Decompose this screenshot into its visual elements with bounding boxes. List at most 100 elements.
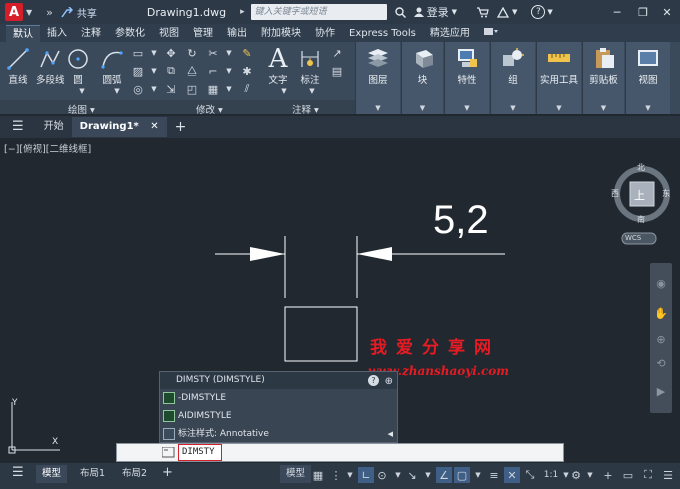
line-button[interactable]: 直线: [6, 46, 30, 86]
auto-scale-icon[interactable]: ⤡: [522, 467, 538, 483]
tab-view[interactable]: 视图: [152, 25, 186, 42]
fillet-dropdown-icon[interactable]: ▼: [222, 64, 236, 78]
status-menu-icon[interactable]: ☰: [6, 464, 30, 482]
search-icon[interactable]: [394, 6, 406, 18]
suggestion-item[interactable]: AIDIMSTYLE: [160, 407, 397, 425]
text-button[interactable]: A 文字: [266, 44, 290, 86]
command-input[interactable]: DIMSTY: [178, 444, 222, 461]
hamburger-menu-icon[interactable]: ☰: [0, 117, 36, 137]
group-panel-button[interactable]: 组 ▼: [490, 42, 535, 114]
isodraft-dropdown-icon[interactable]: ▼: [420, 467, 436, 483]
pencil-icon[interactable]: ✎: [240, 46, 254, 60]
utilities-panel-button[interactable]: 实用工具 ▼: [536, 42, 581, 114]
showmotion-icon[interactable]: ▶: [654, 384, 668, 398]
modify-group-label[interactable]: 修改 ▾: [196, 102, 223, 116]
file-tab-close-icon[interactable]: ✕: [150, 121, 158, 132]
login-button[interactable]: 登录 ▼: [413, 4, 457, 20]
tab-insert[interactable]: 插入: [40, 25, 74, 42]
dimension-text[interactable]: 5,2: [433, 198, 489, 243]
add-layout-icon[interactable]: +: [156, 464, 179, 482]
viewcube-top-face[interactable]: 上: [634, 187, 645, 203]
help-icon[interactable]: ?: [368, 375, 379, 386]
tab-express-tools[interactable]: Express Tools: [342, 25, 423, 42]
app-menu-caret-icon[interactable]: ▼: [26, 8, 32, 17]
explode-icon[interactable]: ✱: [240, 64, 254, 78]
trim-icon[interactable]: ✂: [206, 46, 220, 60]
leader-icon[interactable]: ↗: [330, 46, 344, 60]
close-icon[interactable]: ✕: [654, 0, 680, 24]
rectangle-icon[interactable]: ▭: [131, 46, 145, 60]
arc-button[interactable]: 圆弧: [100, 46, 124, 86]
restore-icon[interactable]: ❐: [630, 0, 656, 24]
array-icon[interactable]: ▦: [206, 82, 220, 96]
polar-icon[interactable]: ⊙: [374, 467, 390, 483]
snap-dropdown-icon[interactable]: ▼: [342, 467, 358, 483]
zoom-icon[interactable]: ⊕: [654, 332, 668, 346]
tab-addins[interactable]: 附加模块: [254, 25, 308, 42]
file-tab-start[interactable]: 开始: [36, 117, 72, 137]
suggestion-item[interactable]: -DIMSTYLE: [160, 389, 397, 407]
trim-dropdown-icon[interactable]: ▼: [222, 46, 236, 60]
hardware-acceleration-icon[interactable]: ▭: [620, 467, 636, 483]
array-dropdown-icon[interactable]: ▼: [222, 82, 236, 96]
clipboard-panel-button[interactable]: 剪贴板 ▼: [582, 42, 624, 114]
object-snap-icon[interactable]: ▢: [454, 467, 470, 483]
autocad-logo-icon[interactable]: A: [5, 3, 23, 21]
move-icon[interactable]: ✥: [164, 46, 178, 60]
search-input[interactable]: 键入关键字或短语: [250, 4, 387, 20]
annotation-visibility-icon[interactable]: ✕: [504, 467, 520, 483]
drawn-rectangle[interactable]: [284, 306, 358, 362]
stretch-icon[interactable]: ⇲: [164, 82, 178, 96]
orbit-icon[interactable]: ⟲: [654, 356, 668, 370]
isodraft-icon[interactable]: ↘: [404, 467, 420, 483]
tab-manage[interactable]: 管理: [186, 25, 220, 42]
search-globe-icon[interactable]: ⊕: [385, 373, 393, 390]
pan-icon[interactable]: ✋: [654, 306, 668, 320]
boundary-dropdown-icon[interactable]: ▼: [147, 82, 161, 96]
viewcube-south[interactable]: 南: [637, 214, 645, 225]
draw-group-label[interactable]: 绘图 ▾: [68, 102, 95, 116]
help-caret-icon[interactable]: ▼: [547, 8, 552, 16]
workspace-dropdown-icon[interactable]: ▼: [582, 467, 598, 483]
mirror-icon[interactable]: ⧋: [185, 64, 199, 78]
model-space-button[interactable]: 模型: [280, 465, 312, 483]
circle-dropdown-icon[interactable]: ▼: [75, 84, 89, 98]
hatch-icon[interactable]: ▨: [131, 64, 145, 78]
object-snap-tracking-icon[interactable]: ∠: [436, 467, 452, 483]
tab-featured-apps[interactable]: 精选应用: [423, 25, 477, 42]
layout-tab-layout1[interactable]: 布局1: [74, 465, 111, 483]
customization-icon[interactable]: ☰: [660, 467, 676, 483]
copy-icon[interactable]: ⧉: [164, 64, 178, 78]
viewcube-north[interactable]: 北: [637, 162, 645, 173]
title-expand-icon[interactable]: ▸: [240, 7, 245, 17]
tab-collaborate[interactable]: 协作: [308, 25, 342, 42]
block-panel-button[interactable]: 块 ▼: [401, 42, 443, 114]
object-snap-dropdown-icon[interactable]: ▼: [470, 467, 486, 483]
arc-dropdown-icon[interactable]: ▼: [110, 84, 124, 98]
tab-default[interactable]: 默认: [6, 25, 40, 42]
dimension-button[interactable]: 标注: [298, 46, 322, 86]
properties-panel-button[interactable]: 特性 ▼: [444, 42, 489, 114]
layout-tab-model[interactable]: 模型: [36, 465, 68, 483]
tab-output[interactable]: 输出: [220, 25, 254, 42]
annotation-monitor-icon[interactable]: +: [600, 467, 616, 483]
layout-tab-layout2[interactable]: 布局2: [116, 465, 153, 483]
view-panel-button[interactable]: 视图 ▼: [625, 42, 670, 114]
help-icon[interactable]: ?: [531, 5, 546, 19]
suggestion-item[interactable]: 标注样式: Annotative ◀: [160, 425, 397, 443]
polyline-button[interactable]: 多段线: [36, 46, 65, 86]
hatch-dropdown-icon[interactable]: ▼: [147, 64, 161, 78]
text-dropdown-icon[interactable]: ▼: [277, 84, 291, 98]
scale-icon[interactable]: ◰: [185, 82, 199, 96]
layers-panel-button[interactable]: 图层 ▼: [355, 42, 400, 114]
viewcube-east[interactable]: 东: [662, 188, 670, 199]
fillet-icon[interactable]: ⌐: [206, 64, 220, 78]
rotate-icon[interactable]: ↻: [185, 46, 199, 60]
new-tab-icon[interactable]: +: [167, 117, 195, 137]
offset-icon[interactable]: ⫽: [240, 82, 254, 96]
steering-wheel-icon[interactable]: ◉: [654, 276, 668, 290]
rectangle-dropdown-icon[interactable]: ▼: [147, 46, 161, 60]
clean-screen-icon[interactable]: ⛶: [640, 467, 656, 483]
wcs-menu[interactable]: WCS: [625, 234, 641, 242]
minimize-icon[interactable]: ─: [604, 0, 630, 24]
